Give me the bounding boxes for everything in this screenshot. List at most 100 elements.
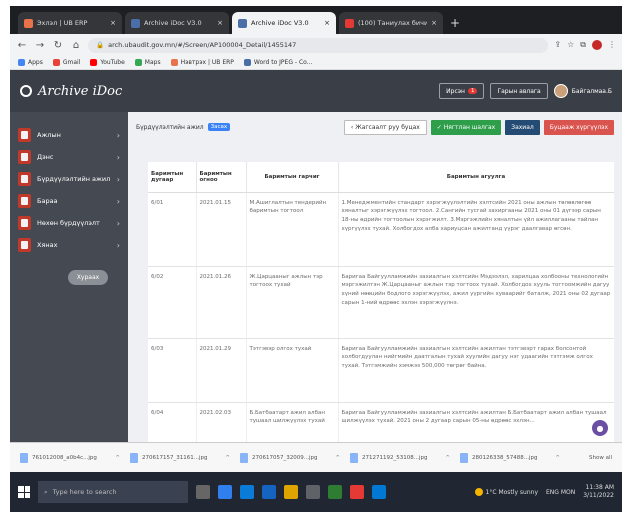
download-item[interactable]: 270617157_31161...jpg ^	[130, 452, 230, 463]
inbox-button[interactable]: Ирсэн 1	[439, 83, 485, 99]
browser-tab[interactable]: Эхлэл | UB ERP ×	[18, 12, 122, 34]
taskbar-app-icon[interactable]	[196, 485, 210, 499]
lock-icon: 🔒	[96, 41, 105, 49]
sidebar-item[interactable]: Бараа ›	[10, 190, 128, 212]
table-cell-date: 2021.01.26	[196, 266, 247, 339]
approve-label: Нягтлан шалгах	[443, 123, 496, 131]
new-tab-button[interactable]: +	[450, 12, 460, 34]
column-header[interactable]: Баримтын агуулга	[338, 162, 614, 193]
back-arrow-icon[interactable]: ←	[16, 40, 28, 51]
bookmark-icon	[243, 59, 251, 66]
inbox-badge: 1	[467, 88, 478, 94]
chevron-up-icon[interactable]: ^	[335, 455, 340, 461]
browser-tab[interactable]: Archive iDoc V3.0 ×	[232, 12, 336, 34]
close-icon[interactable]: ×	[431, 19, 437, 27]
taskbar: ⌕ Type here to search 1°C Mostly sunny E…	[10, 472, 622, 512]
taskbar-app-icon[interactable]	[328, 485, 342, 499]
show-all-link[interactable]: Show all	[589, 455, 612, 461]
star-icon[interactable]: ☆	[567, 40, 574, 50]
back-to-list-button[interactable]: ‹ Жагсаалт руу буцах	[343, 119, 427, 135]
table-cell-body: Баригаа Байгуулламжийн захиалгын хэлтсий…	[338, 266, 614, 339]
download-item[interactable]: 280126338_57488...jpg ^	[460, 452, 560, 463]
user-menu[interactable]: Байгалмаа.Б	[553, 84, 612, 98]
approve-button[interactable]: ✓ Нягтлан шалгах	[430, 119, 502, 135]
tab-favicon-icon	[238, 18, 247, 28]
order-button[interactable]: Захиал	[505, 119, 540, 135]
bookmark-item[interactable]: Gmail	[52, 59, 80, 66]
taskbar-app-icon[interactable]	[262, 485, 276, 499]
bookmark-item[interactable]: Word to JPEG - Co...	[243, 59, 312, 66]
bookmark-item[interactable]: Maps	[134, 59, 161, 66]
extensions-icon[interactable]: ⧉	[580, 40, 586, 50]
app-logo[interactable]: Archive iDoc	[20, 84, 122, 99]
browser-tab[interactable]: Archive iDoc V3.0 ×	[125, 12, 229, 34]
download-item[interactable]: 270617057_32009...jpg ^	[240, 452, 340, 463]
column-header[interactable]: Баримтын гарчиг	[246, 162, 339, 193]
language-indicator[interactable]: ENG MON	[546, 489, 575, 496]
profile-icon[interactable]	[592, 40, 602, 50]
windows-start-icon[interactable]	[18, 486, 30, 498]
chat-icon[interactable]: ●	[592, 420, 608, 436]
forward-arrow-icon[interactable]: →	[34, 40, 46, 51]
taskbar-app-icon[interactable]	[350, 485, 364, 499]
breadcrumb-label[interactable]: Бүрдүүлэлтийн ажил	[136, 124, 204, 131]
sidebar-item[interactable]: Бүрдүүлэлтийн ажил ›	[10, 168, 128, 190]
inbox-label: Ирсэн	[446, 87, 465, 95]
reload-icon[interactable]: ↻	[52, 40, 64, 51]
bookmark-label: Maps	[144, 59, 161, 66]
url-field[interactable]: 🔒 arch.ubaudit.gov.mn/#/Screen/AP100004_…	[88, 37, 549, 53]
download-name: 280126338_57488...jpg	[472, 454, 538, 461]
close-icon[interactable]: ×	[217, 19, 223, 27]
clock[interactable]: 11:38 AM 3/11/2022	[583, 484, 614, 500]
clock-time: 11:38 AM	[585, 484, 614, 492]
chevron-up-icon[interactable]: ^	[445, 455, 450, 461]
chevron-up-icon[interactable]: ^	[115, 455, 120, 461]
check-icon: ✓	[436, 123, 444, 131]
home-icon[interactable]: ⌂	[70, 40, 82, 51]
taskbar-app-icon[interactable]	[218, 485, 232, 499]
taskbar-app-icon[interactable]	[372, 485, 386, 499]
bookmark-item[interactable]: Apps	[18, 59, 43, 66]
manual-button[interactable]: Гарын авлага	[490, 83, 548, 99]
table-cell-no: 6/04	[148, 402, 197, 442]
url-text: arch.ubaudit.gov.mn/#/Screen/AP100004_De…	[108, 41, 297, 49]
browser-tab[interactable]: (100) Таниулах бичиг орд | Шинэ...×	[339, 12, 443, 34]
table-row[interactable]: 6/03 2021.01.29 Тэтгэвэр олгох тухай Барига…	[148, 338, 614, 403]
chevron-up-icon[interactable]: ^	[225, 455, 230, 461]
collapse-button[interactable]: Хураах	[68, 270, 108, 285]
table-cell-date: 2021.01.29	[196, 338, 247, 403]
sidebar-item-label: Ажлын	[37, 131, 61, 139]
column-header[interactable]: Баримтын огноо	[196, 162, 247, 193]
sidebar: Ажлын › Дэнс › Бүрдүүлэлтийн ажил › Бараа › Нөхө…	[10, 112, 128, 442]
tab-title: (100) Таниулах бичиг орд | Шинэ...	[358, 19, 428, 27]
bookmark-item[interactable]: Нэвтрэх | UB ERP	[170, 59, 234, 66]
download-item[interactable]: 761012008_a0b4c...jpg ^	[20, 452, 120, 463]
bookmark-icon	[134, 59, 142, 66]
tab-title: Archive iDoc V3.0	[251, 19, 309, 27]
share-icon[interactable]: ⇪	[554, 40, 561, 50]
table-row[interactable]: 6/04 2021.02.03 Б.Батбаатарт ажил албан ту…	[148, 402, 614, 442]
menu-dots-icon[interactable]: ⋮	[608, 40, 616, 50]
close-icon[interactable]: ×	[324, 19, 330, 27]
download-item[interactable]: 271271192_53108...jpg ^	[350, 452, 450, 463]
table-cell-title: М.Ашиглалтын тендерийн баримтын тогтоол	[246, 192, 339, 267]
sidebar-item-label: Дэнс	[37, 153, 54, 161]
folder-icon	[18, 194, 31, 208]
sidebar-item[interactable]: Нөхөн бүрдүүлэлт ›	[10, 212, 128, 234]
sidebar-item[interactable]: Хянах ›	[10, 234, 128, 256]
taskbar-app-icon[interactable]	[306, 485, 320, 499]
return-button[interactable]: Буцааж хүргүүлэх	[543, 119, 614, 135]
sidebar-item[interactable]: Ажлын ›	[10, 124, 128, 146]
taskbar-app-icon[interactable]	[284, 485, 298, 499]
browser-tabstrip: Эхлэл | UB ERP × Archive iDoc V3.0 × Archive…	[10, 6, 622, 34]
taskbar-app-icon[interactable]	[240, 485, 254, 499]
close-icon[interactable]: ×	[110, 19, 116, 27]
column-header[interactable]: Баримтын дугаар	[148, 162, 197, 193]
taskbar-search-input[interactable]: ⌕ Type here to search	[38, 481, 188, 503]
chevron-up-icon[interactable]: ^	[555, 455, 560, 461]
table-row[interactable]: 6/01 2021.01.15 М.Ашиглалтын тендерийн бар…	[148, 192, 614, 267]
weather-widget[interactable]: 1°C Mostly sunny	[474, 488, 538, 496]
bookmark-item[interactable]: YouTube	[90, 59, 125, 66]
sidebar-item[interactable]: Дэнс ›	[10, 146, 128, 168]
table-row[interactable]: 6/02 2021.01.26 Ж.Царцааныг ажлын тэр тогт…	[148, 266, 614, 339]
